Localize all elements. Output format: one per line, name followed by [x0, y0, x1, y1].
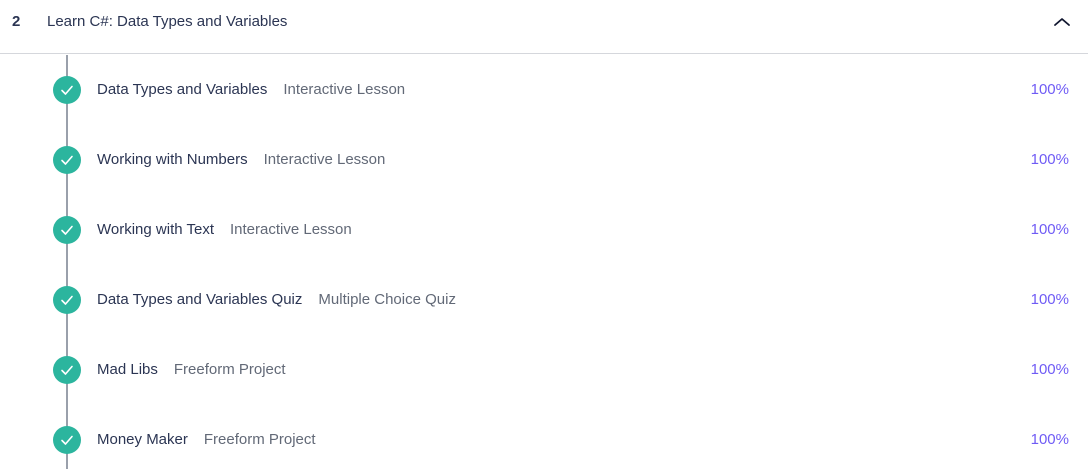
module-header[interactable]: 2 Learn C#: Data Types and Variables [0, 0, 1088, 54]
lesson-progress: 100% [1030, 361, 1069, 378]
lesson-title-text: Money Maker [97, 431, 188, 448]
check-icon [53, 76, 81, 104]
lesson-type: Freeform Project [203, 431, 316, 448]
lesson-progress: 100% [1030, 221, 1069, 238]
lesson-item[interactable]: Working with Numbers Interactive Lesson 1… [0, 140, 1088, 180]
lesson-title-text: Working with Text [97, 221, 214, 238]
lesson-title: Data Types and Variables Quiz Multiple Ch… [97, 290, 456, 310]
lesson-title-text: Data Types and Variables [97, 81, 268, 98]
lesson-title-text: Working with Numbers [97, 151, 248, 168]
lesson-title: Working with Text Interactive Lesson [97, 220, 352, 240]
chevron-up-icon[interactable] [1050, 12, 1074, 32]
timeline-line [66, 55, 68, 469]
lesson-item[interactable]: Data Types and Variables Interactive Less… [0, 70, 1088, 110]
lesson-progress: 100% [1030, 291, 1069, 308]
lesson-type: Multiple Choice Quiz [318, 291, 456, 308]
check-icon [53, 286, 81, 314]
lesson-title-text: Mad Libs [97, 361, 158, 378]
lesson-title: Data Types and Variables Interactive Less… [97, 80, 405, 100]
lesson-progress: 100% [1030, 431, 1069, 448]
lesson-progress: 100% [1030, 151, 1069, 168]
check-icon [53, 146, 81, 174]
lesson-item[interactable]: Working with Text Interactive Lesson 100% [0, 210, 1088, 250]
lesson-title-text: Data Types and Variables Quiz [97, 291, 303, 308]
check-icon [53, 216, 81, 244]
lesson-item[interactable]: Money Maker Freeform Project 100% [0, 420, 1088, 460]
lesson-type: Interactive Lesson [283, 81, 406, 98]
module-number: 2 [12, 13, 21, 30]
lesson-type: Freeform Project [173, 361, 286, 378]
lesson-type: Interactive Lesson [230, 221, 352, 238]
module-title: Learn C#: Data Types and Variables [47, 13, 288, 30]
lesson-progress: 100% [1030, 81, 1069, 98]
lesson-item[interactable]: Mad Libs Freeform Project 100% [0, 350, 1088, 390]
check-icon [53, 426, 81, 454]
lesson-title: Money Maker Freeform Project [97, 430, 316, 450]
lesson-title: Mad Libs Freeform Project [97, 360, 286, 380]
lesson-type: Interactive Lesson [263, 151, 386, 168]
lesson-item[interactable]: Data Types and Variables Quiz Multiple Ch… [0, 280, 1088, 320]
check-icon [53, 356, 81, 384]
lesson-title: Working with Numbers Interactive Lesson [97, 150, 385, 170]
